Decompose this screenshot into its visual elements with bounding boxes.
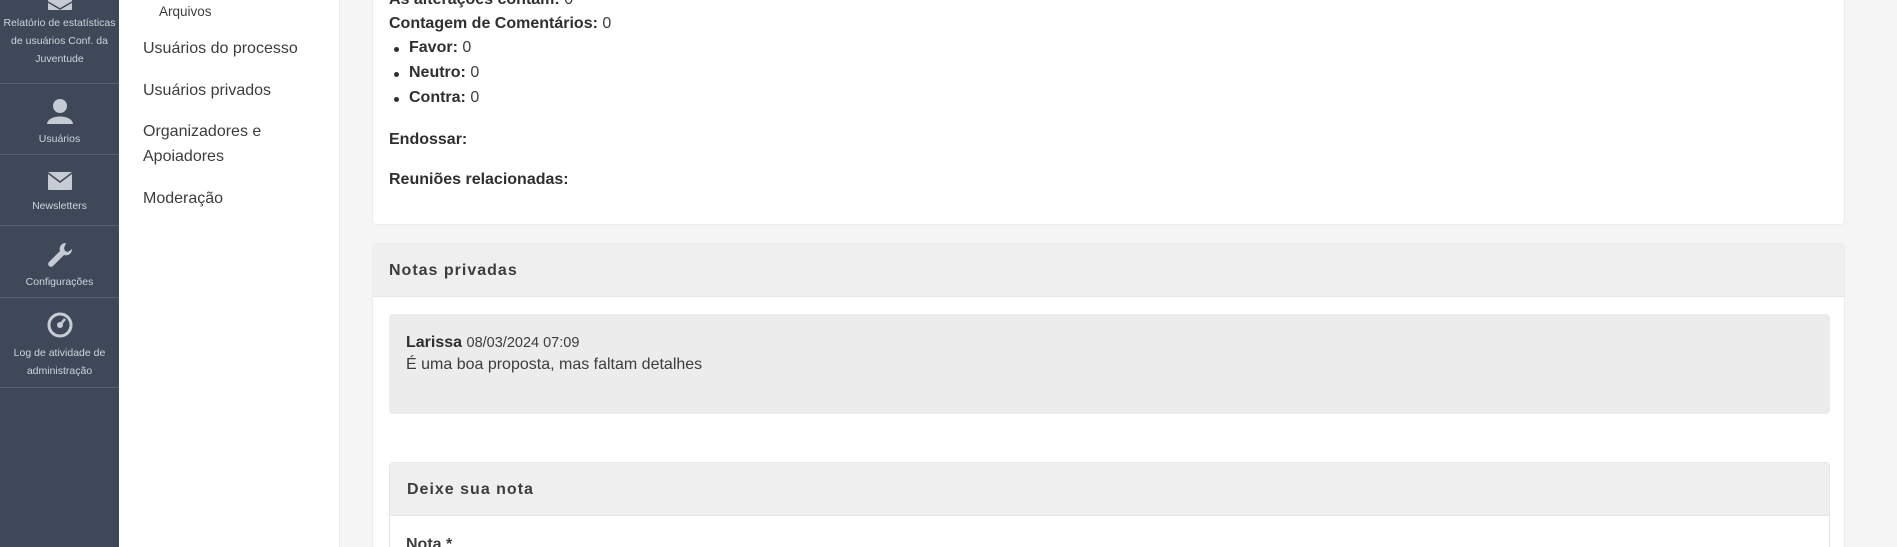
- nav-item-label: Relatório de estatísticas de usuários Co…: [3, 17, 116, 65]
- related-meetings-field: Reuniões relacionadas:: [389, 171, 569, 189]
- sub-nav: Arquivos Usuários do processo Usuários p…: [119, 0, 340, 547]
- note-date: 08/03/2024 07:09: [466, 335, 580, 351]
- nav-item-admin-log[interactable]: Log de atividade de administração: [0, 298, 119, 388]
- comments-value: 0: [602, 15, 612, 32]
- leave-note-title: Deixe sua nota: [390, 463, 1829, 516]
- private-notes-title: Notas privadas: [373, 244, 1844, 297]
- nav-item-stats-report[interactable]: Relatório de estatísticas de usuários Co…: [0, 0, 119, 84]
- sub-nav-item-arquivos[interactable]: Arquivos: [159, 4, 212, 19]
- neutral-value: 0: [470, 64, 480, 81]
- related-meetings-label: Reuniões relacionadas:: [389, 171, 569, 188]
- against-label: Contra:: [409, 89, 466, 106]
- note-author: Larissa: [406, 334, 463, 351]
- nav-item-newsletters[interactable]: Newsletters: [0, 155, 119, 226]
- nav-item-users[interactable]: Usuários: [0, 84, 119, 155]
- favor-value: 0: [462, 39, 472, 56]
- envelope-icon: [47, 171, 73, 197]
- sub-nav-item-moderation[interactable]: Moderação: [143, 186, 223, 211]
- amendments-value: 0: [564, 0, 573, 8]
- nav-item-label: Newsletters: [32, 200, 87, 212]
- endorse-label: Endossar:: [389, 131, 468, 148]
- comments-count: Contagem de Comentários: 0: [389, 15, 611, 33]
- user-icon: [46, 98, 74, 130]
- dashboard-icon: [47, 312, 73, 344]
- against-value: 0: [470, 89, 480, 106]
- sub-nav-item-organizers[interactable]: Organizadores e Apoiadores: [143, 119, 293, 169]
- proposal-details-card: As alterações contam: 0 Contagem de Come…: [372, 0, 1845, 225]
- endorse-field: Endossar:: [389, 131, 467, 149]
- sub-nav-item-process-users[interactable]: Usuários do processo: [143, 36, 298, 61]
- amendments-label: As alterações contam:: [389, 0, 560, 8]
- nav-item-label: Configurações: [25, 276, 94, 288]
- wrench-icon: [46, 241, 74, 273]
- main-nav: Relatório de estatísticas de usuários Co…: [0, 0, 119, 547]
- nav-item-label: Usuários: [38, 133, 81, 145]
- envelope-icon: [47, 0, 73, 12]
- against-count: Contra: 0: [393, 89, 480, 107]
- favor-label: Favor:: [409, 39, 458, 56]
- private-note: Larissa 08/03/2024 07:09 É uma boa propo…: [389, 314, 1830, 414]
- sub-nav-item-private-users[interactable]: Usuários privados: [143, 78, 271, 103]
- amendments-count: As alterações contam: 0: [389, 0, 573, 9]
- private-notes-card: Notas privadas Larissa 08/03/2024 07:09 …: [372, 243, 1845, 547]
- comments-label: Contagem de Comentários:: [389, 15, 598, 32]
- favor-count: Favor: 0: [393, 39, 472, 57]
- nav-item-label: Log de atividade de administração: [13, 347, 106, 377]
- neutral-count: Neutro: 0: [393, 64, 480, 82]
- leave-note-form: Deixe sua nota Nota *: [389, 462, 1830, 547]
- note-field-label: Nota *: [406, 536, 453, 547]
- nav-item-settings[interactable]: Configurações: [0, 226, 119, 298]
- note-text: É uma boa proposta, mas faltam detalhes: [406, 356, 703, 373]
- neutral-label: Neutro:: [409, 64, 466, 81]
